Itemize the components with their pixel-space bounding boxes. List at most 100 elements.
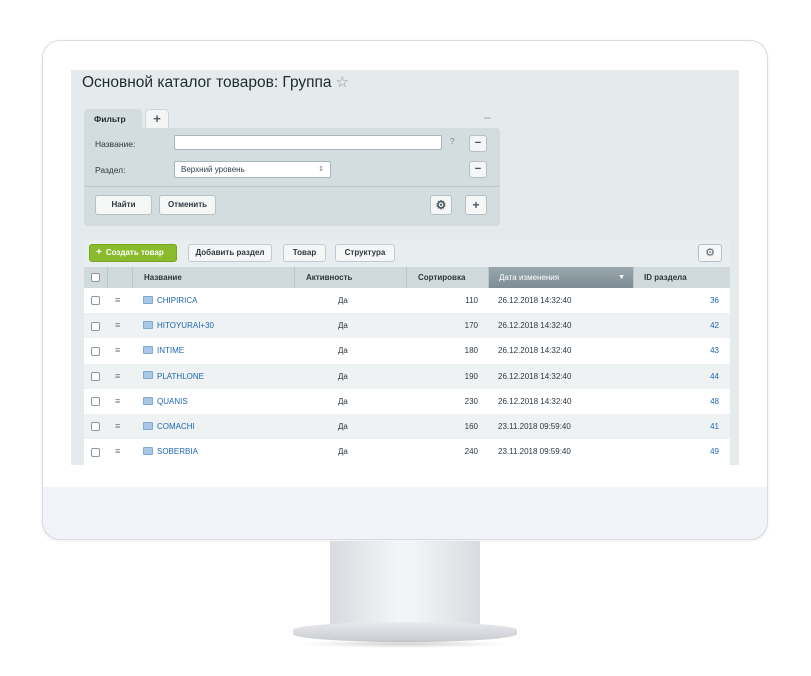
col-header-date[interactable]: Дата изменения ▼ [488,267,633,288]
row-section-id[interactable]: 41 [633,414,719,439]
row-menu-icon[interactable]: ≡ [115,288,120,313]
select-all-checkbox[interactable] [84,267,107,288]
table-row[interactable]: ≡ INTIME Да 180 26.12.2018 14:32:40 43 [84,338,730,364]
checkbox-icon [91,371,100,381]
sort-desc-icon: ▼ [618,274,625,281]
row-active: Да [338,321,348,331]
remove-section-field-icon[interactable]: − [469,161,487,178]
section-select-value: Верхний уровень [181,165,245,174]
checkbox-icon [91,321,100,331]
row-name-cell[interactable]: INTIME [143,338,184,363]
checkbox-icon [91,397,100,407]
help-icon[interactable]: ? [450,137,454,146]
section-label: Раздел: [95,165,126,175]
row-date: 26.12.2018 14:32:40 [498,396,572,406]
table-row[interactable]: ≡ QUANIS Да 230 26.12.2018 14:32:40 48 [84,388,730,414]
row-date: 26.12.2018 14:32:40 [498,371,572,381]
page-title-text: Основной каталог товаров: Группа [82,74,332,91]
row-section-id[interactable]: 42 [633,313,719,338]
checkbox-icon [91,296,100,306]
filter-settings-gear-icon[interactable]: ⚙ [430,195,452,215]
table-row[interactable]: ≡ CHIPIRICA Да 110 26.12.2018 14:32:40 36 [84,288,730,314]
row-menu-icon[interactable]: ≡ [115,439,120,464]
table-row[interactable]: ≡ SOBERBIA Да 240 23.11.2018 09:59:40 49 [84,439,730,465]
row-name-cell[interactable]: PLATHLONE [143,364,204,389]
create-product-label: Создать товар [105,248,164,257]
col-header-section-id[interactable]: ID раздела [633,267,730,288]
row-name-link[interactable]: SOBERBIA [157,447,198,456]
row-section-id[interactable]: 36 [633,288,719,313]
row-menu-icon[interactable]: ≡ [115,389,120,414]
table-row[interactable]: ≡ HITOYURAI+30 Да 170 26.12.2018 14:32:40 42 [84,313,730,339]
row-checkbox[interactable] [91,313,100,338]
row-name-link[interactable]: COMACHI [157,422,195,431]
row-checkbox[interactable] [91,414,100,439]
plus-icon: + [96,247,102,258]
row-date: 26.12.2018 14:32:40 [498,346,572,356]
row-name-cell[interactable]: COMACHI [143,414,195,439]
row-name-link[interactable]: INTIME [157,346,184,355]
monitor-stand-base [293,622,517,642]
filter-collapse-icon[interactable]: – [484,110,491,124]
folder-icon [143,295,153,304]
row-active: Да [338,396,348,406]
row-name-link[interactable]: CHIPIRICA [157,296,197,305]
product-button[interactable]: Товар [283,244,326,262]
row-active: Да [338,447,348,457]
row-name-link[interactable]: PLATHLONE [157,372,204,381]
row-section-id[interactable]: 48 [633,389,719,414]
row-sort: 190 [464,371,478,381]
name-input[interactable] [174,135,442,150]
col-header-active[interactable]: Активность [294,267,406,288]
row-checkbox[interactable] [91,389,100,414]
add-filter-tab-icon[interactable]: + [145,109,169,128]
folder-icon [143,371,153,380]
grid-toolbar: + Создать товар Добавить раздел Товар Стр… [84,240,730,267]
select-arrows-icon: ⇕ [318,166,324,173]
section-select[interactable]: Верхний уровень ⇕ [174,161,331,178]
row-menu-icon[interactable]: ≡ [115,338,120,363]
row-name-cell[interactable]: CHIPIRICA [143,288,197,313]
row-checkbox[interactable] [91,338,100,363]
row-menu-icon[interactable]: ≡ [115,364,120,389]
row-sort: 240 [464,447,478,457]
row-active: Да [338,296,348,305]
row-section-id[interactable]: 44 [633,364,719,389]
row-menu-icon[interactable]: ≡ [115,313,120,338]
col-header-name[interactable]: Название [132,267,294,288]
header-actions-col [107,267,132,288]
row-date: 26.12.2018 14:32:40 [498,321,572,331]
grid-settings-gear-icon[interactable]: ⚙ [698,244,722,262]
screen: Основной каталог товаров: Группа ☆ Фильтр… [71,70,739,465]
row-name-link[interactable]: HITOYURAI+30 [157,321,214,330]
row-date: 23.11.2018 09:59:40 [498,447,571,457]
row-section-id[interactable]: 49 [633,439,719,464]
row-active: Да [338,371,348,381]
add-filter-field-icon[interactable]: + [465,195,487,215]
monitor-shadow [300,640,510,648]
row-menu-icon[interactable]: ≡ [115,414,120,439]
cancel-button[interactable]: Отменить [159,195,216,215]
row-name-cell[interactable]: SOBERBIA [143,439,198,464]
table-row[interactable]: ≡ COMACHI Да 160 23.11.2018 09:59:40 41 [84,414,730,440]
table-row[interactable]: ≡ PLATHLONE Да 190 26.12.2018 14:32:40 44 [84,363,730,389]
row-name-cell[interactable]: QUANIS [143,389,188,414]
tab-filter[interactable]: Фильтр [84,109,142,128]
row-checkbox[interactable] [91,439,100,464]
row-sort: 180 [464,346,478,356]
remove-name-field-icon[interactable]: − [469,135,487,152]
create-product-button[interactable]: + Создать товар [89,244,177,262]
folder-icon [143,396,153,405]
favorite-star-icon[interactable]: ☆ [336,74,349,91]
col-header-sort[interactable]: Сортировка [406,267,488,288]
row-checkbox[interactable] [91,364,100,389]
find-button[interactable]: Найти [95,195,152,215]
structure-button[interactable]: Структура [335,244,395,262]
checkbox-icon [91,346,100,356]
row-checkbox[interactable] [91,288,100,313]
row-section-id[interactable]: 43 [633,338,719,363]
row-name-cell[interactable]: HITOYURAI+30 [143,313,214,338]
add-section-button[interactable]: Добавить раздел [188,244,272,262]
monitor-chin [42,487,768,540]
row-name-link[interactable]: QUANIS [157,397,188,406]
